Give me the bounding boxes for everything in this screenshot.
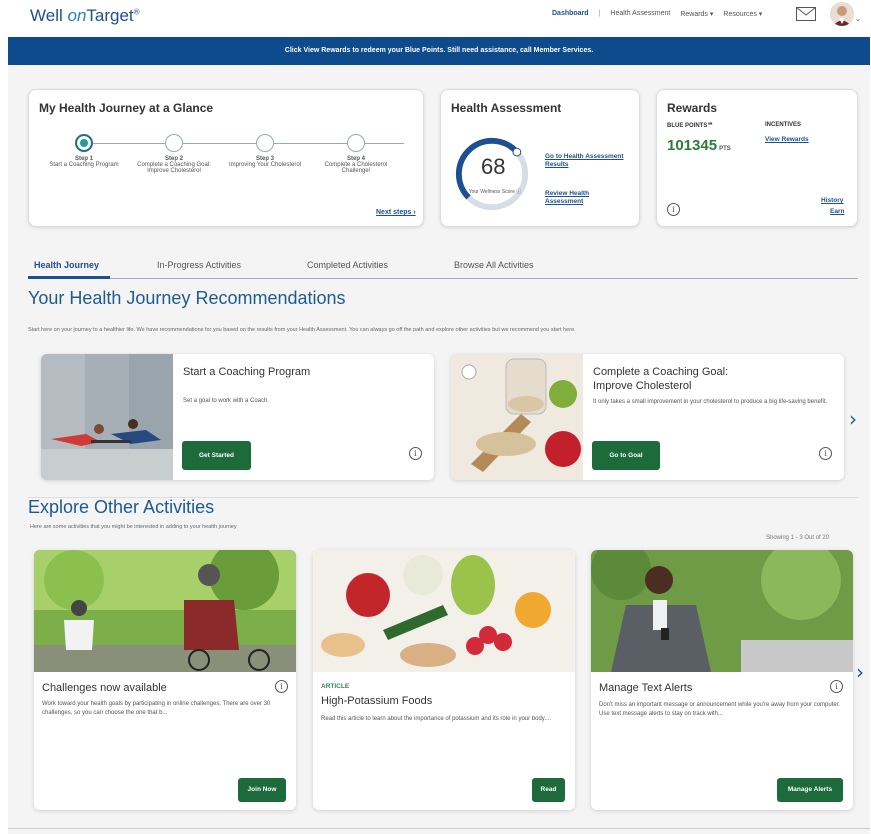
activity-title: Challenges now available: [42, 682, 167, 694]
coaching-photo: [41, 354, 173, 480]
cyclists-photo: [34, 550, 296, 672]
health-assessment-card: Health Assessment 68 Your Wellness Score…: [440, 89, 640, 227]
active-tab-indicator: [28, 276, 110, 279]
announcement-banner: Click View Rewards to redeem your Blue P…: [8, 37, 870, 65]
step-dot: [256, 134, 274, 152]
footer-divider: [8, 828, 870, 829]
tab-health-journey[interactable]: Health Journey: [34, 260, 99, 270]
activity-desc: Don't miss an important message or annou…: [599, 702, 841, 717]
activity-title: Manage Text Alerts: [599, 682, 693, 694]
step-label: Improving Your Cholesterol: [228, 162, 302, 168]
chevron-right-icon[interactable]: ›: [849, 407, 857, 431]
recommendation-card-coaching: Start a Coaching Program Set a goal to w…: [41, 354, 434, 480]
rewards-card: Rewards BLUE POINTS℠ 101345 PTS INCENTIVE…: [656, 89, 858, 227]
activity-card-potassium: ARTICLE High-Potassium Foods Read this a…: [313, 550, 575, 810]
recommendations-title: Your Health Journey Recommendations: [28, 288, 346, 308]
activity-tabs: Health Journey In-Progress Activities Co…: [28, 251, 858, 279]
explore-title: Explore Other Activities: [28, 497, 215, 517]
assessment-results-link[interactable]: Go to Health Assessment Results: [545, 153, 631, 169]
logo-text-on: on: [67, 6, 87, 25]
avatar[interactable]: [830, 2, 854, 26]
recommendation-card-cholesterol: Complete a Coaching Goal: Improve Choles…: [451, 354, 844, 480]
read-button[interactable]: Read: [532, 778, 565, 802]
step-label: Complete a Cholesterol Challenge!: [324, 162, 388, 174]
review-assessment-link[interactable]: Review Health Assessment: [545, 190, 615, 206]
step-label: Complete a Coaching Goal: Improve Choles…: [137, 162, 211, 174]
oatmeal-photo: [451, 354, 583, 480]
points-number: 101345: [667, 137, 718, 154]
activity-tag: ARTICLE: [321, 683, 350, 690]
info-icon[interactable]: i: [409, 447, 422, 460]
tab-browse-all[interactable]: Browse All Activities: [454, 260, 534, 270]
assessment-title: Health Assessment: [451, 101, 562, 115]
info-icon[interactable]: i: [275, 680, 288, 693]
rec-card-title: Start a Coaching Program: [183, 366, 311, 378]
journey-step-3[interactable]: Step 3 Improving Your Cholesterol: [220, 134, 310, 168]
nav-dashboard[interactable]: Dashboard: [552, 10, 589, 18]
activity-desc: Read this article to learn about the imp…: [321, 716, 552, 722]
incentives-label: INCENTIVES: [765, 122, 802, 128]
info-icon[interactable]: i: [819, 447, 832, 460]
go-to-goal-button[interactable]: Go to Goal: [592, 441, 660, 470]
rec-card-desc: Set a goal to work with a Coach.: [183, 398, 270, 404]
nav-separator: |: [598, 10, 601, 17]
chevron-right-icon[interactable]: ›: [856, 660, 864, 684]
nav-health-assessment[interactable]: Health Assessment: [610, 10, 670, 18]
info-icon[interactable]: i: [667, 203, 680, 216]
activity-title: High-Potassium Foods: [321, 695, 433, 707]
journey-step-2[interactable]: Step 2 Complete a Coaching Goal: Improve…: [129, 134, 219, 174]
journey-step-4[interactable]: Step 4 Complete a Cholesterol Challenge!: [311, 134, 401, 174]
tab-in-progress[interactable]: In-Progress Activities: [157, 260, 241, 270]
join-now-button[interactable]: Join Now: [238, 778, 286, 802]
rec-card-title: Complete a Coaching Goal: Improve Choles…: [593, 366, 729, 393]
tab-completed[interactable]: Completed Activities: [307, 260, 388, 270]
explore-desc: Here are some activities that you might …: [30, 524, 237, 530]
results-count: Showing 1 - 3 Out of 20: [766, 535, 830, 541]
info-icon[interactable]: i: [830, 680, 843, 693]
user-photo-icon: [830, 2, 854, 26]
activity-card-text-alerts: Manage Text Alerts i Don't miss an impor…: [591, 550, 853, 810]
logo-mark: ®: [133, 7, 140, 17]
history-link[interactable]: History: [821, 197, 843, 204]
wellness-score-label[interactable]: Your Wellness Score ⓘ: [465, 188, 525, 195]
logo[interactable]: Well onTarget®: [30, 6, 140, 26]
rec-card-desc: It only takes a small improvement in you…: [593, 399, 828, 405]
activity-desc: Work toward your health goals by partici…: [42, 701, 271, 716]
step-dot: [165, 134, 183, 152]
wellness-score: 68: [481, 154, 506, 179]
points-value: 101345 PTS: [667, 137, 731, 154]
earn-link[interactable]: Earn: [830, 208, 844, 215]
journey-card: My Health Journey at a Glance Step 1 Sta…: [28, 89, 424, 227]
chevron-down-icon[interactable]: ⌄: [855, 15, 861, 23]
blue-points-label: BLUE POINTS℠: [667, 123, 714, 129]
journey-step-1[interactable]: Step 1 Start a Coaching Program: [39, 134, 129, 168]
next-steps-link[interactable]: Next steps ›: [376, 209, 416, 216]
nav-resources[interactable]: Resources ▾: [723, 10, 762, 18]
journey-title: My Health Journey at a Glance: [39, 101, 214, 115]
recommendations-desc: Start here on your journey to a healthie…: [28, 327, 576, 333]
get-started-button[interactable]: Get Started: [182, 441, 251, 470]
nav-rewards[interactable]: Rewards ▾: [680, 10, 713, 18]
step-dot: [347, 134, 365, 152]
main-content: My Health Journey at a Glance Step 1 Sta…: [8, 65, 870, 834]
step-active-dot: [75, 134, 93, 152]
logo-text-well: Well: [30, 6, 68, 25]
main-nav: Dashboard | Health Assessment Rewards ▾ …: [552, 10, 762, 18]
man-with-phone-photo: [591, 550, 853, 672]
mail-icon[interactable]: [796, 7, 816, 21]
activity-card-challenges: Challenges now available i Work toward y…: [34, 550, 296, 810]
fruits-vegetables-photo: [313, 550, 575, 672]
step-label: Start a Coaching Program: [49, 162, 119, 168]
points-unit: PTS: [719, 146, 731, 152]
logo-text-target: Target: [86, 6, 134, 25]
manage-alerts-button[interactable]: Manage Alerts: [777, 778, 843, 802]
view-rewards-link[interactable]: View Rewards: [765, 136, 809, 143]
rewards-title: Rewards: [667, 101, 718, 115]
top-header: Well onTarget® Dashboard | Health Assess…: [0, 0, 871, 36]
